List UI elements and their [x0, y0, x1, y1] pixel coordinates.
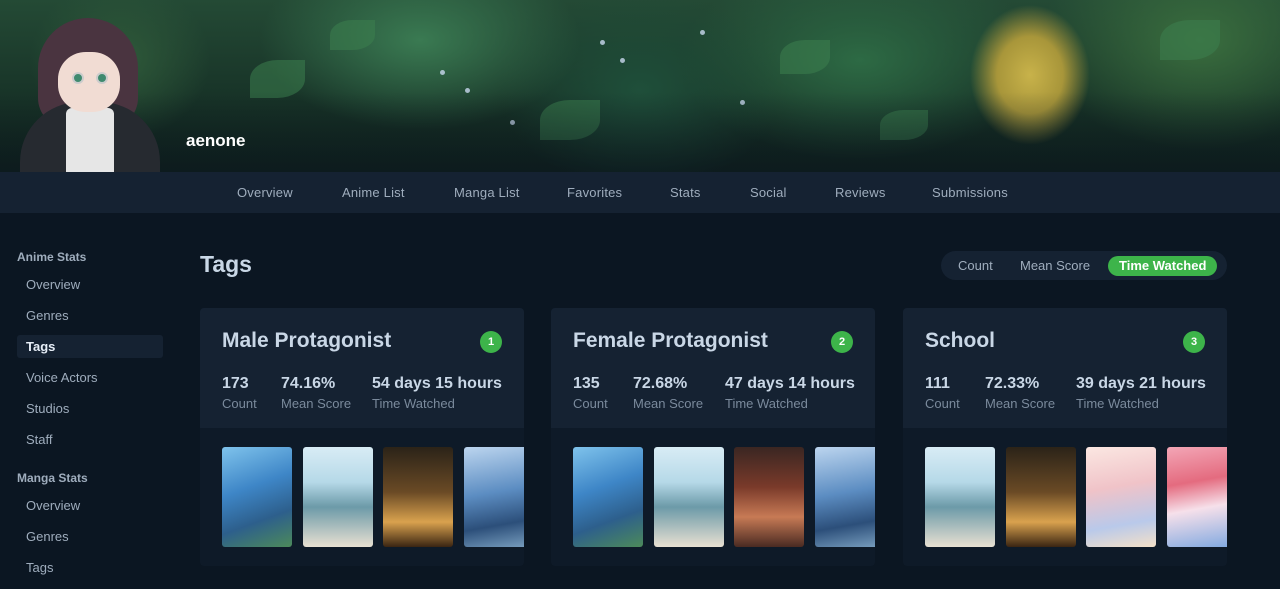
- sidebar-item-anime-tags[interactable]: Tags: [17, 335, 163, 358]
- sort-toggle: Count Mean Score Time Watched: [941, 251, 1227, 280]
- stat-count: 135 Count: [573, 375, 608, 411]
- stat-mean-value: 72.33%: [985, 375, 1040, 392]
- stat-count: 111 Count: [925, 375, 960, 411]
- rank-badge: 3: [1183, 331, 1205, 353]
- stat-time-value: 39 days 21 hours: [1076, 375, 1206, 392]
- anime-cover[interactable]: [1167, 447, 1227, 547]
- stat-time-label: Time Watched: [725, 396, 808, 411]
- sidebar-item-anime-genres[interactable]: Genres: [17, 304, 163, 327]
- stat-count-label: Count: [222, 396, 257, 411]
- stat-count-label: Count: [925, 396, 960, 411]
- toggle-count[interactable]: Count: [947, 256, 1004, 276]
- toggle-mean-score[interactable]: Mean Score: [1009, 256, 1101, 276]
- nav-favorites[interactable]: Favorites: [567, 185, 622, 200]
- stat-time-value: 54 days 15 hours: [372, 375, 502, 392]
- stat-mean-score: 74.16% Mean Score: [281, 375, 351, 411]
- nav-manga-list[interactable]: Manga List: [454, 185, 520, 200]
- sidebar-item-manga-tags[interactable]: Tags: [17, 556, 163, 579]
- stat-mean-score: 72.68% Mean Score: [633, 375, 703, 411]
- anime-cover[interactable]: [303, 447, 373, 547]
- anime-cover[interactable]: [654, 447, 724, 547]
- stat-time-watched: 54 days 15 hours Time Watched: [372, 375, 502, 411]
- nav-social[interactable]: Social: [750, 185, 787, 200]
- anime-cover[interactable]: [222, 447, 292, 547]
- sidebar-item-staff[interactable]: Staff: [17, 428, 163, 451]
- anime-cover[interactable]: [1006, 447, 1076, 547]
- nav-submissions[interactable]: Submissions: [932, 185, 1008, 200]
- stat-time-label: Time Watched: [372, 396, 455, 411]
- nav-stats[interactable]: Stats: [670, 185, 701, 200]
- toggle-time-watched[interactable]: Time Watched: [1108, 256, 1218, 276]
- profile-nav: Overview Anime List Manga List Favorites…: [0, 172, 1280, 213]
- anime-cover[interactable]: [815, 447, 875, 547]
- anime-cover[interactable]: [383, 447, 453, 547]
- stat-mean-label: Mean Score: [633, 396, 704, 411]
- nav-reviews[interactable]: Reviews: [835, 185, 886, 200]
- tag-card: School 3 111 Count 72.33% Mean Score 39 …: [903, 308, 1227, 566]
- anime-cover[interactable]: [1086, 447, 1156, 547]
- rank-badge: 2: [831, 331, 853, 353]
- sidebar-heading-anime: Anime Stats: [17, 250, 87, 264]
- avatar[interactable]: [20, 14, 160, 172]
- anime-cover[interactable]: [734, 447, 804, 547]
- stat-count-label: Count: [573, 396, 608, 411]
- nav-anime-list[interactable]: Anime List: [342, 185, 405, 200]
- stat-count-value: 135: [573, 375, 600, 392]
- stat-count-value: 111: [925, 375, 950, 392]
- tag-title[interactable]: Female Protagonist: [573, 329, 768, 353]
- nav-overview[interactable]: Overview: [237, 185, 293, 200]
- anime-cover[interactable]: [464, 447, 524, 547]
- sidebar-item-manga-genres[interactable]: Genres: [17, 525, 163, 548]
- stat-time-value: 47 days 14 hours: [725, 375, 855, 392]
- anime-cover[interactable]: [925, 447, 995, 547]
- stat-count-value: 173: [222, 375, 249, 392]
- tag-title[interactable]: Male Protagonist: [222, 329, 391, 353]
- stat-mean-label: Mean Score: [985, 396, 1056, 411]
- sidebar-item-voice-actors[interactable]: Voice Actors: [17, 366, 163, 389]
- anime-cover[interactable]: [573, 447, 643, 547]
- username[interactable]: aenone: [186, 131, 246, 151]
- stat-time-label: Time Watched: [1076, 396, 1159, 411]
- stat-mean-label: Mean Score: [281, 396, 352, 411]
- stat-time-watched: 47 days 14 hours Time Watched: [725, 375, 855, 411]
- stat-mean-value: 72.68%: [633, 375, 688, 392]
- stat-mean-score: 72.33% Mean Score: [985, 375, 1055, 411]
- page-title: Tags: [200, 251, 252, 277]
- sidebar-item-anime-overview[interactable]: Overview: [17, 273, 163, 296]
- tag-card: Female Protagonist 2 135 Count 72.68% Me…: [551, 308, 875, 566]
- sidebar-item-studios[interactable]: Studios: [17, 397, 163, 420]
- sidebar-item-manga-overview[interactable]: Overview: [17, 494, 163, 517]
- stat-time-watched: 39 days 21 hours Time Watched: [1076, 375, 1206, 411]
- stat-mean-value: 74.16%: [281, 375, 336, 392]
- rank-badge: 1: [480, 331, 502, 353]
- sidebar-heading-manga: Manga Stats: [17, 471, 88, 485]
- stat-count: 173 Count: [222, 375, 257, 411]
- tag-title[interactable]: School: [925, 329, 995, 353]
- tag-card: Male Protagonist 1 173 Count 74.16% Mean…: [200, 308, 524, 566]
